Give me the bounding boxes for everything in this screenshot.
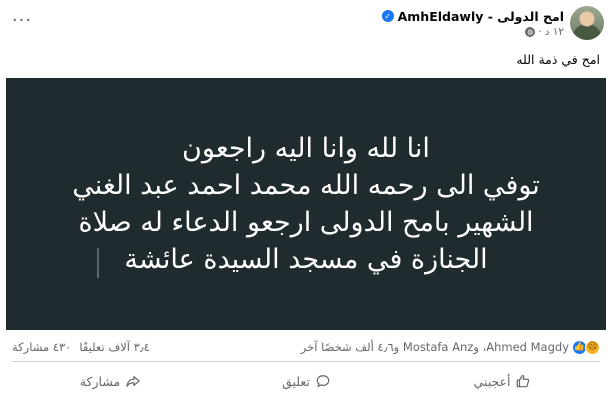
image-text-line-2: توفي الى رحمه الله محمد احمد عبد الغني xyxy=(72,170,540,201)
verified-badge-icon: ✓ xyxy=(381,10,394,22)
avatar[interactable] xyxy=(570,6,604,40)
comment-label: تعليق xyxy=(282,373,310,389)
share-button[interactable]: مشاركة xyxy=(12,366,208,396)
post-caption: امح في ذمة الله xyxy=(516,52,600,67)
share-icon xyxy=(126,376,140,387)
reactions-text: Ahmed Magdy، وMostafa Anz و٤٫٦ ألف شخصًا… xyxy=(300,340,569,354)
comments-count[interactable]: ٣٫٤ آلاف تعليقًا xyxy=(79,340,149,354)
more-options-button[interactable]: ··· xyxy=(8,6,36,34)
globe-icon[interactable]: ◍ xyxy=(525,26,536,37)
image-text-line-1: انا لله وانا اليه راجعون xyxy=(182,133,430,164)
thumbs-up-icon xyxy=(517,374,530,388)
action-bar: مشاركة تعليق أعجبني xyxy=(12,366,600,396)
text-cursor-mark xyxy=(97,248,99,278)
post-card: ··· AmhEldawly - امح الدولى ✓ ١٢ د · ◍ ا… xyxy=(0,0,612,401)
post-header: AmhEldawly - امح الدولى ✓ ١٢ د · ◍ xyxy=(381,6,604,40)
image-text-line-3: الشهير بامح الدولى ارجعو الدعاء له صلاة xyxy=(78,207,534,238)
post-time[interactable]: ١٢ د xyxy=(545,26,564,38)
post-image[interactable]: انا لله وانا اليه راجعون توفي الى رحمه ا… xyxy=(6,78,606,330)
reactions-summary[interactable]: Ahmed Magdy، وMostafa Anz و٤٫٦ ألف شخصًا… xyxy=(300,339,600,355)
comment-button[interactable]: تعليق xyxy=(208,366,404,396)
comment-icon xyxy=(316,375,330,388)
divider xyxy=(12,361,600,362)
post-meta: ١٢ د · ◍ xyxy=(525,26,564,38)
like-label: أعجبني xyxy=(473,373,511,389)
shares-count[interactable]: ٤٣٠ مشاركة xyxy=(12,340,71,354)
sad-icon: ☹ xyxy=(585,339,600,355)
stats-counts: ٣٫٤ آلاف تعليقًا ٤٣٠ مشاركة xyxy=(12,340,150,354)
image-text-line-4: الجنازة في مسجد السيدة عائشة xyxy=(124,244,488,275)
like-button[interactable]: أعجبني xyxy=(404,366,600,396)
post-stats: ٣٫٤ آلاف تعليقًا ٤٣٠ مشاركة Ahmed Magdy،… xyxy=(12,337,600,357)
author-block: AmhEldawly - امح الدولى ✓ ١٢ د · ◍ xyxy=(381,9,564,38)
author-line: AmhEldawly - امح الدولى ✓ xyxy=(381,9,564,24)
author-name[interactable]: AmhEldawly - امح الدولى xyxy=(398,9,564,24)
share-label: مشاركة xyxy=(79,373,121,389)
meta-separator: · xyxy=(538,25,542,38)
